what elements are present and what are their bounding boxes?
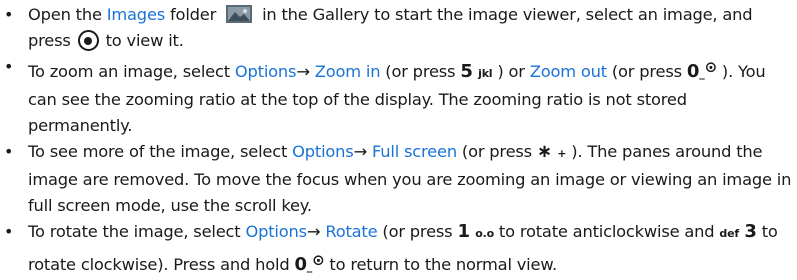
manual-page: • Open the Images folder in the Gallery … [0, 0, 797, 275]
text: To see more of the image, select [28, 142, 293, 161]
key-3: def 3 [719, 221, 757, 242]
text: (or press [456, 142, 537, 161]
arrow: → [306, 222, 321, 241]
text: To rotate the image, select [28, 222, 246, 241]
text: (or press [380, 62, 461, 81]
keyword-options: Options [292, 142, 354, 161]
arrow: → [296, 62, 310, 81]
keyword-images: Images [106, 5, 166, 24]
bullet: • [4, 142, 14, 161]
navi-key-select-icon [77, 30, 99, 51]
keyword-full-screen: Full screen [372, 142, 457, 161]
keyword-zoom-out: Zoom out [529, 62, 607, 81]
text: to view it. [100, 31, 184, 50]
keyword-zoom-in: Zoom in [314, 62, 381, 81]
key-star: ∗ + [536, 141, 567, 162]
keyword-options: Options [234, 62, 297, 81]
text: Open the [28, 5, 107, 24]
text: to rotate anticlockwise and [493, 222, 720, 241]
text: (or press [606, 62, 687, 81]
images-folder-icon [226, 5, 253, 23]
text: ) or [492, 62, 530, 81]
text: folder [165, 5, 217, 24]
keyword-options: Options [245, 222, 307, 241]
web-key-icon: ⊙ [312, 251, 325, 269]
bullet: • [4, 5, 14, 24]
instruction-list: • Open the Images folder in the Gallery … [0, 2, 797, 280]
key-0: 0_⊙ [294, 251, 324, 275]
bullet: • [4, 57, 14, 76]
bullet: • [4, 222, 14, 241]
key-1: 1 o.o [457, 221, 494, 242]
key-5: 5 jkl [460, 61, 493, 82]
web-key-icon: ⊙ [704, 58, 718, 76]
list-item-zoom: • To zoom an image, select Options→ Zoom… [0, 54, 797, 139]
text: to return to the normal view. [324, 255, 557, 274]
keyword-rotate: Rotate [325, 222, 378, 241]
arrow: → [353, 142, 368, 161]
list-item-full-screen: • To see more of the image, select Optio… [0, 139, 797, 219]
text: To zoom an image, select [28, 62, 235, 81]
key-0: 0_⊙ [687, 58, 717, 82]
text: (or press [377, 222, 458, 241]
list-item-rotate: • To rotate the image, select Options→ R… [0, 219, 797, 280]
list-item-open-images: • Open the Images folder in the Gallery … [0, 2, 797, 54]
